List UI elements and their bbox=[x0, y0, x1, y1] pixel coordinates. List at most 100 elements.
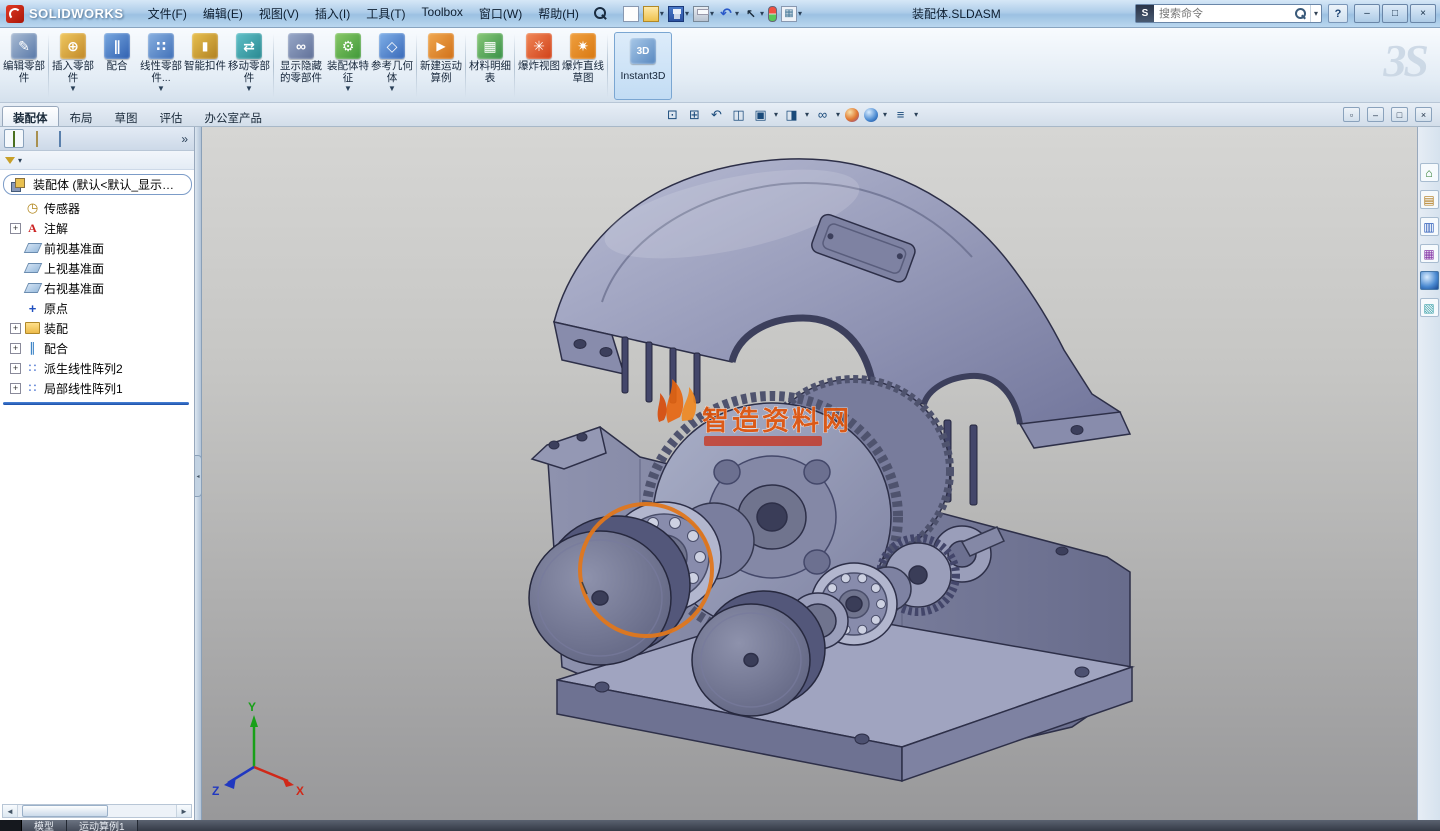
view-orientation-icon[interactable] bbox=[752, 106, 769, 123]
tree-root-assembly[interactable]: 装配体 (默认<默认_显示状态-1 bbox=[3, 174, 192, 195]
ribbon-bill-of-materials-button[interactable]: 材料明细表 bbox=[468, 30, 512, 102]
edit-appearance-icon[interactable] bbox=[845, 108, 859, 122]
select-cursor-icon[interactable] bbox=[743, 6, 759, 22]
expand-icon[interactable] bbox=[10, 383, 21, 394]
ribbon-edit-component-button[interactable]: 编辑零部件 bbox=[2, 30, 46, 102]
tab-model[interactable]: 模型 bbox=[22, 820, 67, 831]
dropdown-arrow-icon[interactable]: ▼ bbox=[388, 85, 396, 93]
solidworks-resources-icon[interactable] bbox=[1420, 163, 1439, 182]
ribbon-assembly-features-button[interactable]: 装配体特征 ▼ bbox=[326, 30, 370, 102]
print-icon[interactable] bbox=[693, 6, 709, 22]
file-explorer-icon[interactable] bbox=[1420, 217, 1439, 236]
options-icon[interactable] bbox=[781, 6, 797, 22]
child-close-button[interactable]: × bbox=[1415, 107, 1432, 122]
ribbon-exploded-view-button[interactable]: 爆炸视图 bbox=[517, 30, 561, 102]
child-maximize-button[interactable]: □ bbox=[1391, 107, 1408, 122]
open-document-icon[interactable] bbox=[643, 6, 659, 22]
print-dropdown-icon[interactable]: ▾ bbox=[710, 9, 714, 18]
tree-item-assembly-folder[interactable]: 装配 bbox=[10, 318, 192, 338]
ribbon-move-component-button[interactable]: 移动零部件 ▼ bbox=[227, 30, 271, 102]
minimize-button[interactable]: – bbox=[1354, 4, 1380, 23]
dropdown-arrow-icon[interactable]: ▼ bbox=[157, 85, 165, 93]
dropdown-arrow-icon[interactable]: ▾ bbox=[836, 110, 840, 119]
tree-item-mates[interactable]: 配合 bbox=[10, 338, 192, 358]
dropdown-arrow-icon[interactable]: ▾ bbox=[883, 110, 887, 119]
panel-splitter[interactable] bbox=[195, 127, 202, 820]
command-search-input[interactable] bbox=[1154, 6, 1294, 21]
child-restore-button[interactable]: – bbox=[1367, 107, 1384, 122]
search-dropdown-icon[interactable]: ▾ bbox=[1310, 5, 1321, 22]
tree-item-annotations[interactable]: 注解 bbox=[10, 218, 192, 238]
tab-motion-study-1[interactable]: 运动算例1 bbox=[67, 820, 138, 831]
dropdown-arrow-icon[interactable]: ▾ bbox=[774, 110, 778, 119]
display-style-icon[interactable] bbox=[783, 106, 800, 123]
menu-toolbox[interactable]: Toolbox bbox=[414, 1, 471, 26]
ribbon-smart-fasteners-button[interactable]: 智能扣件 bbox=[183, 30, 227, 102]
tree-item-derived-pattern[interactable]: 派生线性阵列2 bbox=[10, 358, 192, 378]
tree-item-origin[interactable]: 原点 bbox=[10, 298, 192, 318]
menu-view[interactable]: 视图(V) bbox=[251, 1, 307, 26]
panel-collapse-handle[interactable] bbox=[195, 455, 202, 497]
menu-search-icon[interactable] bbox=[593, 6, 609, 22]
ribbon-new-motion-study-button[interactable]: 新建运动算例 bbox=[419, 30, 463, 102]
apply-scene-icon[interactable] bbox=[864, 108, 878, 122]
filter-dropdown-icon[interactable]: ▾ bbox=[18, 156, 22, 165]
dropdown-arrow-icon[interactable]: ▾ bbox=[805, 110, 809, 119]
featuremanager-tab-icon[interactable] bbox=[4, 129, 24, 148]
new-document-icon[interactable] bbox=[623, 6, 639, 22]
menu-window[interactable]: 窗口(W) bbox=[471, 1, 530, 26]
tab-office-products[interactable]: 办公室产品 bbox=[194, 106, 274, 126]
menu-file[interactable]: 文件(F) bbox=[140, 1, 195, 26]
menu-edit[interactable]: 编辑(E) bbox=[195, 1, 251, 26]
menu-tools[interactable]: 工具(T) bbox=[358, 1, 413, 26]
scroll-left-icon[interactable]: ◄ bbox=[3, 805, 18, 817]
ribbon-insert-components-button[interactable]: 插入零部件 ▼ bbox=[51, 30, 95, 102]
zoom-to-fit-icon[interactable] bbox=[664, 106, 681, 123]
help-button[interactable]: ? bbox=[1328, 4, 1348, 23]
tab-assembly[interactable]: 装配体 bbox=[2, 106, 59, 126]
tree-item-right-plane[interactable]: 右视基准面 bbox=[10, 278, 192, 298]
options-dropdown-icon[interactable]: ▾ bbox=[798, 9, 802, 18]
ribbon-explode-line-sketch-button[interactable]: 爆炸直线草图 bbox=[561, 30, 605, 102]
view-palette-icon[interactable] bbox=[1420, 244, 1439, 263]
section-view-icon[interactable] bbox=[730, 106, 747, 123]
expand-icon[interactable] bbox=[10, 363, 21, 374]
instant3d-button[interactable]: Instant3D bbox=[614, 32, 672, 100]
dropdown-arrow-icon[interactable]: ▼ bbox=[344, 85, 352, 93]
tree-item-front-plane[interactable]: 前视基准面 bbox=[10, 238, 192, 258]
menu-insert[interactable]: 插入(I) bbox=[307, 1, 358, 26]
rollback-bar[interactable] bbox=[3, 402, 189, 405]
undo-dropdown-icon[interactable]: ▾ bbox=[735, 9, 739, 18]
tree-item-local-pattern[interactable]: 局部线性阵列1 bbox=[10, 378, 192, 398]
appearances-scenes-icon[interactable] bbox=[1420, 271, 1439, 290]
configurationmanager-tab-icon[interactable] bbox=[50, 129, 70, 148]
filter-icon[interactable] bbox=[5, 157, 15, 164]
expand-icon[interactable] bbox=[10, 343, 21, 354]
tab-evaluate[interactable]: 评估 bbox=[149, 106, 194, 126]
hide-show-items-icon[interactable] bbox=[814, 106, 831, 123]
undo-icon[interactable] bbox=[718, 6, 734, 22]
select-dropdown-icon[interactable]: ▾ bbox=[760, 9, 764, 18]
expand-icon[interactable] bbox=[10, 223, 21, 234]
save-dropdown-icon[interactable]: ▾ bbox=[685, 9, 689, 18]
tab-layout[interactable]: 布局 bbox=[59, 106, 104, 126]
dropdown-arrow-icon[interactable]: ▼ bbox=[69, 85, 77, 93]
close-button[interactable]: × bbox=[1410, 4, 1436, 23]
open-dropdown-icon[interactable]: ▾ bbox=[660, 9, 664, 18]
panel-horizontal-scrollbar[interactable]: ◄ ► bbox=[2, 804, 192, 818]
ribbon-show-hidden-components-button[interactable]: 显示隐藏的零部件 bbox=[276, 30, 326, 102]
ribbon-mate-button[interactable]: 配合 bbox=[95, 30, 139, 102]
expand-icon[interactable] bbox=[10, 323, 21, 334]
design-library-icon[interactable] bbox=[1420, 190, 1439, 209]
model-3d-view[interactable]: 智造资料网 Y X Z bbox=[202, 127, 1417, 820]
scroll-right-icon[interactable]: ► bbox=[176, 805, 191, 817]
scrollbar-thumb[interactable] bbox=[22, 805, 108, 817]
displaymanager-tab-icon[interactable] bbox=[73, 129, 93, 148]
scrollbar-track[interactable] bbox=[18, 805, 176, 817]
search-scope-icon[interactable]: S bbox=[1136, 5, 1154, 22]
save-icon[interactable] bbox=[668, 6, 684, 22]
propertymanager-tab-icon[interactable] bbox=[27, 129, 47, 148]
tree-item-sensors[interactable]: 传感器 bbox=[10, 198, 192, 218]
maximize-button[interactable]: □ bbox=[1382, 4, 1408, 23]
graphics-viewport[interactable]: 智造资料网 Y X Z bbox=[202, 127, 1417, 820]
